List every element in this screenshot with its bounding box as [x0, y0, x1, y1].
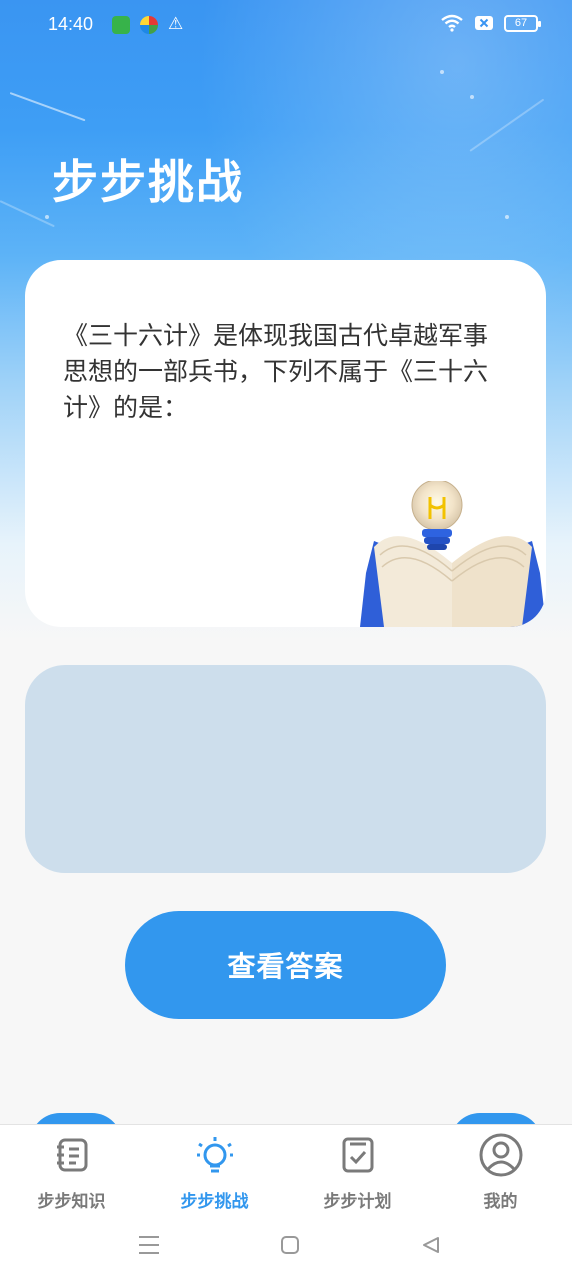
- light-streak: [469, 98, 545, 152]
- warning-icon: ⚠: [168, 14, 184, 34]
- menu-icon[interactable]: [136, 1232, 162, 1258]
- tab-label: 我的: [483, 1192, 518, 1212]
- checklist-icon: [336, 1133, 380, 1177]
- sparkle: [505, 215, 509, 219]
- tab-plan[interactable]: 步步计划: [286, 1133, 429, 1219]
- app-notification-icon: [112, 16, 130, 34]
- tab-label: 步步知识: [37, 1192, 106, 1212]
- status-time: 14:40: [48, 14, 94, 34]
- wifi-icon: [441, 14, 463, 32]
- system-navigation-bar: [0, 1220, 572, 1270]
- view-answer-button[interactable]: 查看答案: [125, 911, 446, 1019]
- battery-indicator: 67: [504, 14, 541, 32]
- question-card: 《三十六计》是体现我国古代卓越军事思想的一部兵书，下列不属于《三十六计》的是：: [25, 260, 546, 627]
- page-title: 步步挑战: [52, 155, 244, 209]
- sparkle: [440, 70, 444, 74]
- user-icon: [479, 1133, 523, 1177]
- tab-profile[interactable]: 我的: [429, 1133, 572, 1219]
- back-icon[interactable]: [418, 1232, 444, 1258]
- sparkle: [470, 95, 474, 99]
- sim-off-icon: [475, 16, 493, 30]
- lightbulb-icon: [193, 1133, 237, 1177]
- answer-options-area[interactable]: [25, 665, 546, 873]
- tab-label: 步步计划: [323, 1192, 392, 1212]
- tab-challenge[interactable]: 步步挑战: [143, 1133, 286, 1219]
- home-icon[interactable]: [277, 1232, 303, 1258]
- book-lightbulb-illustration: [360, 481, 546, 627]
- app-notification-icon: [140, 16, 158, 34]
- tab-label: 步步挑战: [180, 1192, 249, 1212]
- sparkle: [45, 215, 49, 219]
- light-streak: [9, 92, 86, 122]
- light-streak: [0, 200, 55, 228]
- tab-knowledge[interactable]: 步步知识: [0, 1133, 143, 1219]
- status-bar: 14:40 ⚠ 67: [0, 0, 572, 52]
- notebook-icon: [50, 1133, 94, 1177]
- question-text: 《三十六计》是体现我国古代卓越军事思想的一部兵书，下列不属于《三十六计》的是：: [63, 321, 489, 422]
